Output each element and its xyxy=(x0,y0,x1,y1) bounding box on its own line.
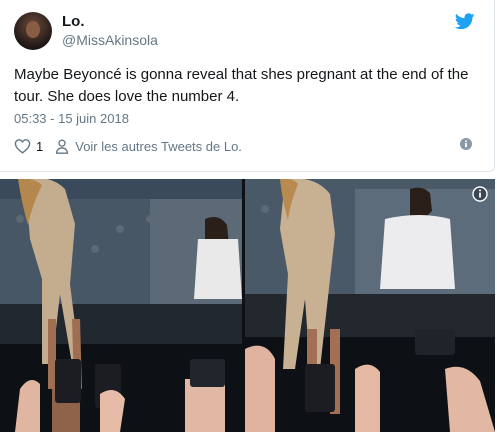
tweet-card: Lo. @MissAkinsola Maybe Beyoncé is gonna… xyxy=(0,0,495,172)
more-tweets-link[interactable]: Voir les autres Tweets de Lo. xyxy=(75,139,242,154)
concert-photo-1 xyxy=(0,179,242,432)
user-handle[interactable]: @MissAkinsola xyxy=(62,32,158,48)
person-icon[interactable] xyxy=(55,139,69,154)
avatar[interactable] xyxy=(14,12,52,50)
concert-photo-2 xyxy=(245,179,495,432)
media-photo-1[interactable] xyxy=(0,179,242,432)
heart-icon[interactable] xyxy=(14,138,31,154)
info-icon[interactable] xyxy=(472,186,488,202)
twitter-bird-icon[interactable] xyxy=(455,13,475,30)
media-photo-2[interactable] xyxy=(245,179,495,432)
info-icon[interactable] xyxy=(460,138,472,150)
tweet-actions: 1 Voir les autres Tweets de Lo. xyxy=(14,137,242,155)
tweet-media[interactable] xyxy=(0,179,495,432)
like-count: 1 xyxy=(36,138,44,154)
display-name[interactable]: Lo. xyxy=(62,13,85,30)
tweet-timestamp[interactable]: 05:33 - 15 juin 2018 xyxy=(14,111,129,126)
tweet-text: Maybe Beyoncé is gonna reveal that shes … xyxy=(14,66,469,105)
